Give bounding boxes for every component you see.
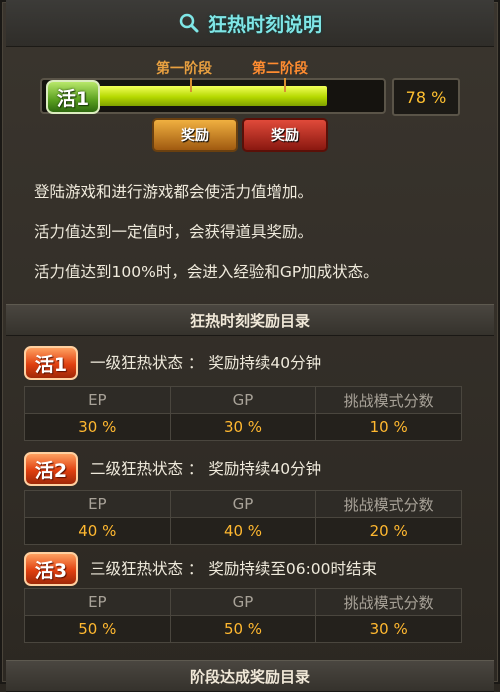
- tier-3-badge: 活3: [24, 552, 78, 586]
- vitality-percent: 78 %: [392, 78, 460, 116]
- stage-1-label: 第一阶段: [156, 61, 212, 77]
- tier-1-ep: 30 %: [24, 413, 171, 441]
- col-ep: EP: [24, 490, 171, 518]
- fever-time-panel: 狂热时刻说明 第一阶段 第二阶段 活1 78 % 奖励 奖励 登陆游戏和进行游戏…: [0, 0, 500, 692]
- tier-3-gp: 50 %: [169, 615, 317, 643]
- stage-reward-catalog-header: 阶段达成奖励目录: [6, 660, 494, 692]
- col-ep: EP: [24, 588, 171, 616]
- tier-3-text: 三级狂热状态 ： 奖励持续至06:00时结束: [90, 560, 378, 578]
- reward-catalog-header: 狂热时刻奖励目录: [6, 304, 494, 336]
- tier-2-table: EP GP 挑战模式分数 40 % 40 % 20 %: [24, 490, 462, 545]
- search-icon: [179, 13, 199, 33]
- col-ep: EP: [24, 386, 171, 414]
- tier-2-text: 二级狂热状态 ： 奖励持续40分钟: [90, 460, 322, 478]
- stage-2-label: 第二阶段: [252, 61, 308, 77]
- tier-1-table: EP GP 挑战模式分数 30 % 30 % 10 %: [24, 386, 462, 441]
- tier-2-challenge: 20 %: [315, 517, 462, 545]
- description-line-2: 活力值达到一定值时，会获得道具奖励。: [34, 223, 314, 241]
- stage-2-reward-button[interactable]: 奖励: [242, 118, 328, 152]
- tier-2-gp: 40 %: [169, 517, 317, 545]
- stage-1-marker: [190, 78, 192, 92]
- tier-3-ep: 50 %: [24, 615, 171, 643]
- stage-2-marker: [284, 78, 286, 92]
- col-challenge: 挑战模式分数: [315, 386, 462, 414]
- vitality-badge: 活1: [46, 80, 100, 114]
- title-bar: 狂热时刻说明: [6, 0, 494, 47]
- vitality-bar-fill: [98, 86, 327, 106]
- tier-3-challenge: 30 %: [315, 615, 462, 643]
- tier-1-gp: 30 %: [169, 413, 317, 441]
- stage-1-reward-button[interactable]: 奖励: [152, 118, 238, 152]
- tier-2-badge: 活2: [24, 452, 78, 486]
- tier-1-text: 一级狂热状态 ： 奖励持续40分钟: [90, 354, 322, 372]
- panel-title: 狂热时刻说明: [207, 13, 322, 36]
- col-gp: GP: [169, 490, 317, 518]
- col-challenge: 挑战模式分数: [315, 490, 462, 518]
- description-line-1: 登陆游戏和进行游戏都会使活力值增加。: [34, 183, 314, 201]
- col-challenge: 挑战模式分数: [315, 588, 462, 616]
- description-line-3: 活力值达到100%时，会进入经验和GP加成状态。: [34, 263, 379, 281]
- col-gp: GP: [169, 386, 317, 414]
- tier-3-table: EP GP 挑战模式分数 50 % 50 % 30 %: [24, 588, 462, 643]
- tier-2-ep: 40 %: [24, 517, 171, 545]
- tier-1-challenge: 10 %: [315, 413, 462, 441]
- tier-1-badge: 活1: [24, 346, 78, 380]
- col-gp: GP: [169, 588, 317, 616]
